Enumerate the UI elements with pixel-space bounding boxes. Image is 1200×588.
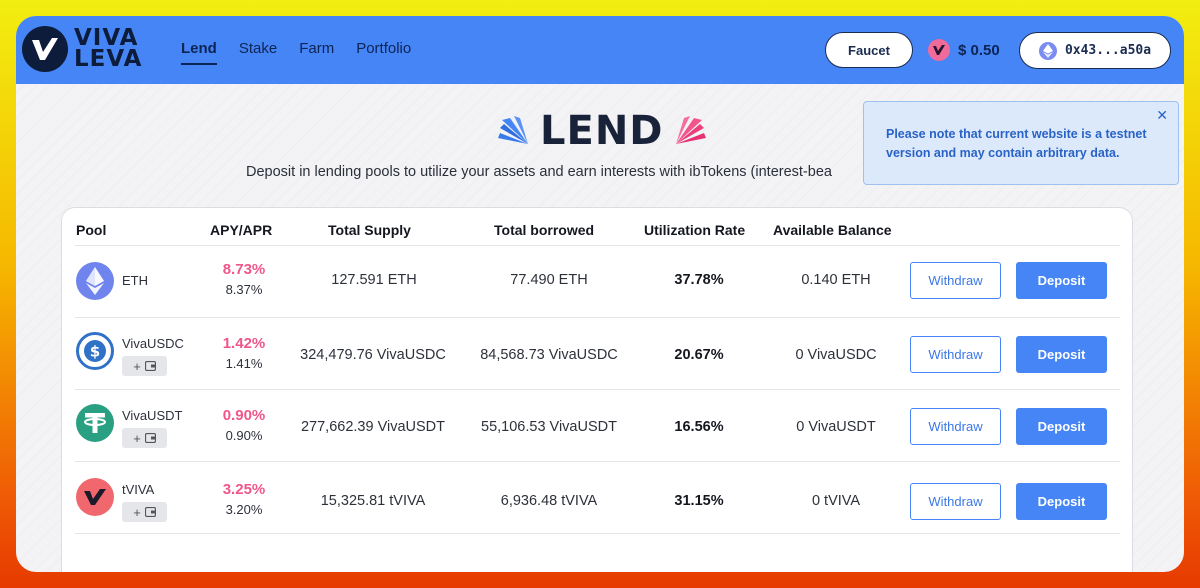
asset-name: VivaUSDT xyxy=(122,408,183,423)
column-header-utilization: Utilization Rate xyxy=(644,222,746,238)
main-nav: Lend Stake Farm Portfolio xyxy=(181,40,411,65)
column-header-total-borrowed: Total borrowed xyxy=(494,222,595,238)
usdt-icon xyxy=(76,404,114,442)
add-to-wallet-button[interactable]: + xyxy=(122,356,167,376)
right-burst-icon xyxy=(675,116,706,144)
viva-balance: $ 0.50 xyxy=(928,39,1000,61)
apr-value: 3.20% xyxy=(225,502,263,517)
withdraw-button[interactable]: Withdraw xyxy=(910,336,1001,373)
table-row: $ VivaUSDC + 1.42% 1.41% 324,479.76 Viva… xyxy=(62,318,1134,390)
add-to-wallet-plus: + xyxy=(133,358,141,374)
nav-lend[interactable]: Lend xyxy=(181,40,217,65)
nav-portfolio[interactable]: Portfolio xyxy=(356,40,411,65)
table-row: ETH 8.73% 8.37% 127.591 ETH 77.490 ETH 3… xyxy=(62,246,1134,318)
available-balance: 0 tVIVA xyxy=(811,493,861,509)
withdraw-button[interactable]: Withdraw xyxy=(910,483,1001,520)
withdraw-button[interactable]: Withdraw xyxy=(910,262,1001,299)
utilization-rate: 37.78% xyxy=(674,272,724,288)
row-divider xyxy=(75,533,1120,534)
wallet-button[interactable]: 0x43...a50a xyxy=(1019,32,1171,69)
pools-table: Pool APY/APR Total Supply Total borrowed… xyxy=(61,207,1133,572)
column-header-total-supply: Total Supply xyxy=(328,222,411,238)
asset-name: ETH xyxy=(122,273,148,288)
add-to-wallet-button[interactable]: + xyxy=(122,428,167,448)
eth-icon xyxy=(76,262,114,300)
deposit-button[interactable]: Deposit xyxy=(1016,408,1107,445)
page-title: LEND xyxy=(498,108,706,154)
apr-value: 1.41% xyxy=(225,356,263,371)
total-borrowed: 77.490 ETH xyxy=(510,272,588,288)
table-row: VivaUSDT + 0.90% 0.90% 277,662.39 VivaUS… xyxy=(62,390,1134,462)
app-window: VIVA LEVA Lend Stake Farm Portfolio Fauc… xyxy=(16,16,1184,572)
apr-value: 0.90% xyxy=(225,428,263,443)
nav-stake[interactable]: Stake xyxy=(239,40,277,65)
close-icon[interactable]: ✕ xyxy=(1156,108,1168,124)
viva-logo-icon xyxy=(22,26,68,72)
table-row: tVIVA + 3.25% 3.20% 15,325.81 tVIVA 6,93… xyxy=(62,462,1134,534)
apr-value: 8.37% xyxy=(225,282,263,297)
wallet-icon xyxy=(144,431,156,446)
deposit-button[interactable]: Deposit xyxy=(1016,483,1107,520)
available-balance: 0.140 ETH xyxy=(801,272,871,288)
logo[interactable]: VIVA LEVA xyxy=(22,26,142,72)
withdraw-button[interactable]: Withdraw xyxy=(910,408,1001,445)
add-to-wallet-plus: + xyxy=(133,504,141,520)
total-supply: 277,662.39 VivaUSDT xyxy=(300,419,446,435)
logo-text: VIVA LEVA xyxy=(74,27,143,72)
nav-farm[interactable]: Farm xyxy=(299,40,334,65)
total-borrowed: 6,936.48 tVIVA xyxy=(500,493,598,509)
viva-coin-icon xyxy=(928,39,950,61)
asset-name: VivaUSDC xyxy=(122,336,184,351)
column-header-available: Available Balance xyxy=(773,222,892,238)
viva-icon xyxy=(76,478,114,516)
wallet-address: 0x43...a50a xyxy=(1064,43,1152,58)
add-to-wallet-plus: + xyxy=(133,430,141,446)
utilization-rate: 31.15% xyxy=(674,493,724,509)
asset-name: tVIVA xyxy=(122,482,155,497)
deposit-button[interactable]: Deposit xyxy=(1016,336,1107,373)
total-borrowed: 84,568.73 VivaUSDC xyxy=(480,347,618,363)
wallet-icon xyxy=(144,359,156,374)
utilization-rate: 16.56% xyxy=(674,419,724,435)
logo-line-2: LEVA xyxy=(74,46,143,72)
page-subtitle: Deposit in lending pools to utilize your… xyxy=(246,164,832,180)
svg-text:$: $ xyxy=(90,343,100,361)
top-bar: VIVA LEVA Lend Stake Farm Portfolio Fauc… xyxy=(16,16,1184,84)
apy-value: 8.73% xyxy=(222,261,266,278)
left-burst-icon xyxy=(498,116,528,144)
utilization-rate: 20.67% xyxy=(674,347,724,363)
page-title-text: LEND xyxy=(540,108,664,154)
apy-value: 3.25% xyxy=(222,481,266,498)
total-supply: 324,479.76 VivaUSDC xyxy=(300,347,446,363)
eth-icon xyxy=(1038,41,1057,60)
available-balance: 0 VivaUSDT xyxy=(796,419,876,435)
available-balance: 0 VivaUSDC xyxy=(795,347,877,363)
total-borrowed: 55,106.53 VivaUSDT xyxy=(481,419,617,435)
total-supply: 127.591 ETH xyxy=(331,272,417,288)
wallet-icon xyxy=(144,505,156,520)
usdc-icon: $ xyxy=(76,332,114,370)
apy-value: 0.90% xyxy=(222,407,266,424)
column-header-pool: Pool xyxy=(76,222,107,238)
notice-text: Please note that current website is a te… xyxy=(886,127,1147,160)
deposit-button[interactable]: Deposit xyxy=(1016,262,1107,299)
faucet-button[interactable]: Faucet xyxy=(825,32,913,68)
testnet-notice: ✕ Please note that current website is a … xyxy=(863,101,1179,185)
column-header-apy: APY/APR xyxy=(210,222,273,238)
balance-amount: $ 0.50 xyxy=(958,41,1000,59)
add-to-wallet-button[interactable]: + xyxy=(122,502,167,522)
apy-value: 1.42% xyxy=(222,335,266,352)
total-supply: 15,325.81 tVIVA xyxy=(320,493,426,509)
